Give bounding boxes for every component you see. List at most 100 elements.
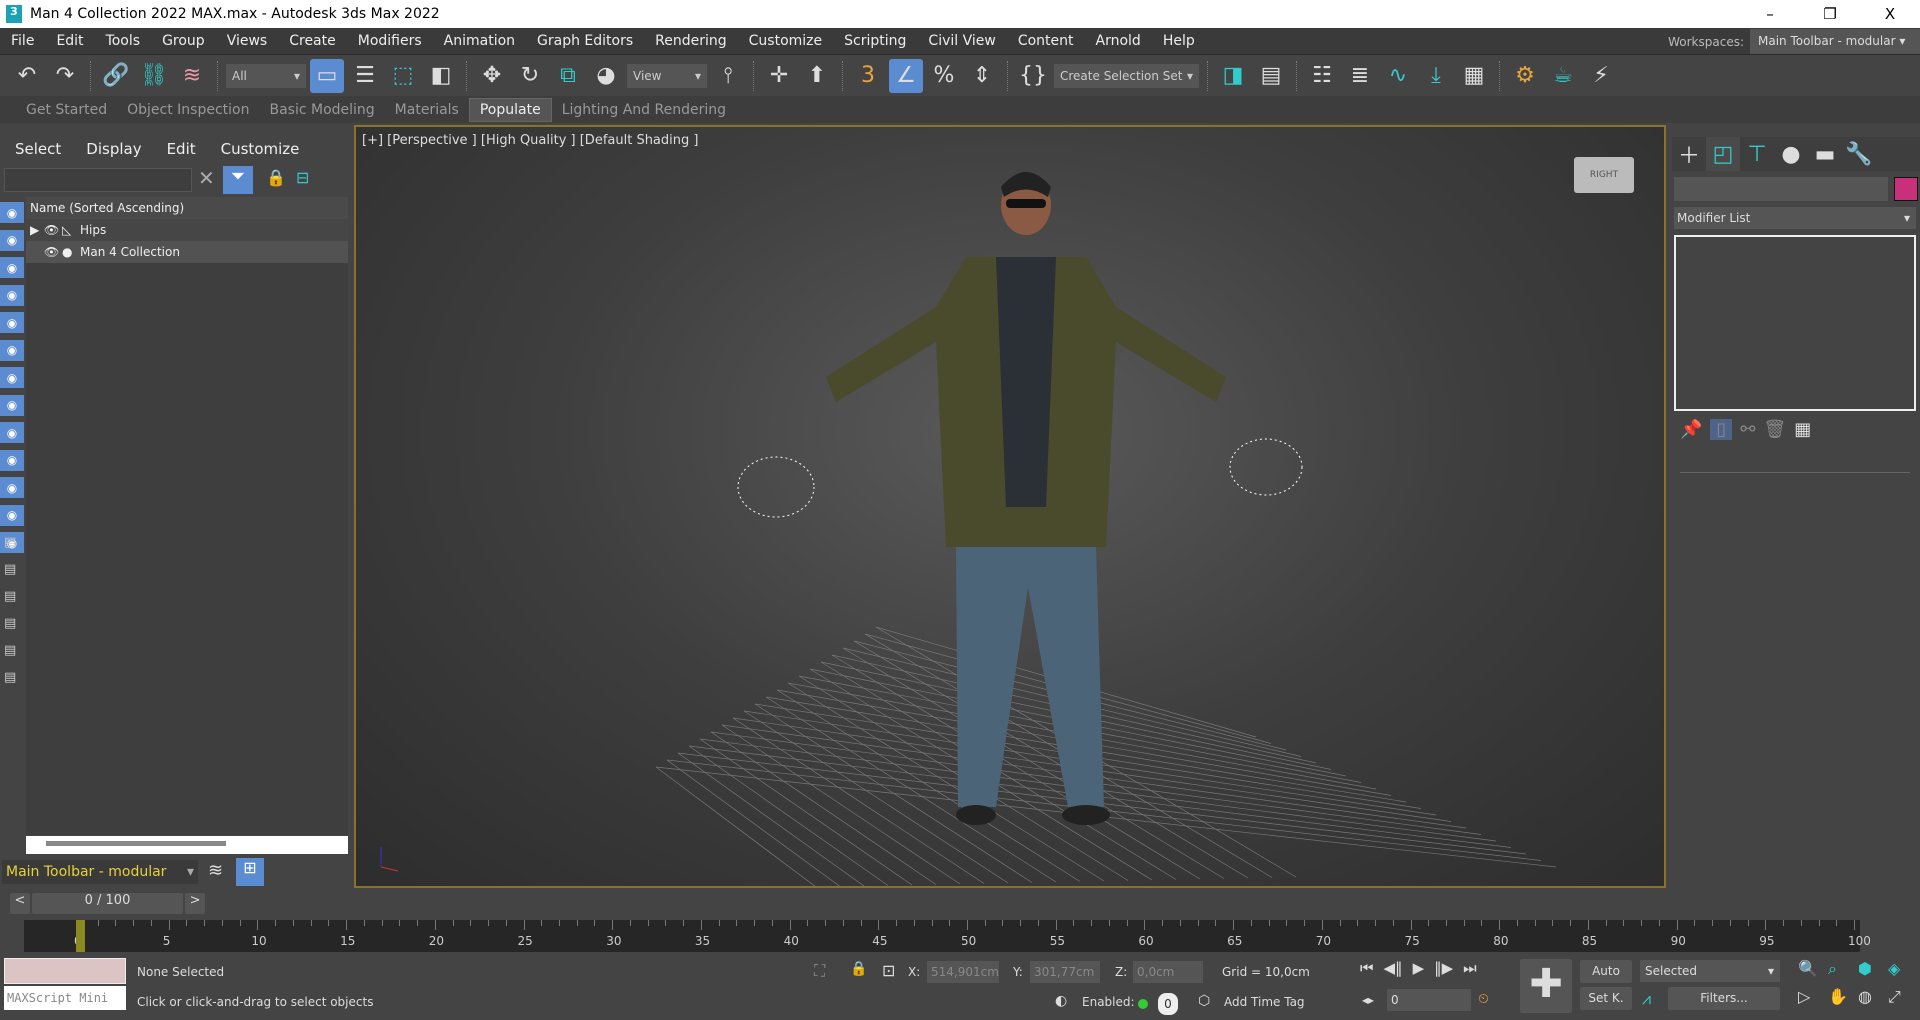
next-key-icon[interactable]: ‖▶ [1434, 959, 1453, 977]
align-icon[interactable]: ▤ [1254, 59, 1288, 93]
zoom-extents-all-icon[interactable]: ◈ [1888, 959, 1918, 979]
object-name-input[interactable] [1674, 177, 1888, 201]
unlink-icon[interactable]: ⛓ [137, 59, 171, 93]
zoom-extents-icon[interactable]: ⬢ [1858, 959, 1888, 979]
hierarchy-icon[interactable]: ⊟ [296, 168, 309, 187]
play-icon[interactable]: ▶ [1413, 959, 1425, 977]
absolute-mode-icon[interactable]: ⊡ [882, 961, 895, 980]
visibility-eye-icon[interactable]: 👁 [44, 223, 62, 237]
add-time-tag-button[interactable]: Add Time Tag [1224, 995, 1305, 1009]
restore-button[interactable]: ❐ [1800, 0, 1860, 28]
workspaces-dropdown[interactable]: Main Toolbar - modular ▾ [1750, 29, 1920, 54]
ribbon-tab-populate[interactable]: Populate [468, 97, 552, 122]
hierarchy-tab-icon[interactable]: ⊤ [1740, 137, 1774, 171]
menu-file[interactable]: File [0, 33, 45, 49]
display-shapes-icon[interactable]: ◉ [0, 229, 24, 252]
show-end-result-icon[interactable]: ▯ [1710, 419, 1733, 440]
clear-search-icon[interactable]: ✕ [198, 166, 215, 190]
pan-icon[interactable]: ✋ [1828, 987, 1858, 1007]
named-selection-set-dropdown[interactable]: Create Selection Set ▾ [1054, 63, 1199, 88]
display-all-icon[interactable]: ▤ [4, 535, 16, 550]
go-to-end-icon[interactable]: ⏭ [1463, 959, 1477, 977]
display-geometry-icon[interactable]: ◉ [0, 202, 24, 224]
horizontal-scrollbar[interactable] [26, 836, 348, 854]
expand-arrow-icon[interactable]: ▶ [30, 223, 44, 237]
z-coordinate-field[interactable]: 0,0cm [1133, 961, 1203, 983]
viewcube[interactable]: RIGHT [1574, 157, 1634, 193]
zoom-all-icon[interactable]: ⌕ [1828, 959, 1858, 979]
filter-selection-icon[interactable]: ▤ [4, 616, 16, 631]
modifier-list-dropdown[interactable]: Modifier List ▾ [1674, 207, 1916, 229]
tab-customize[interactable]: Customize [206, 140, 310, 158]
remove-modifier-icon[interactable]: 🗑 [1763, 419, 1786, 440]
invert-display-icon[interactable]: ▤ [4, 589, 16, 604]
create-tab-icon[interactable]: ＋ [1672, 137, 1706, 171]
pin-stack-icon[interactable]: 📌 [1680, 419, 1702, 440]
select-by-name-icon[interactable]: ☰ [348, 59, 382, 93]
enabled-indicator[interactable] [1138, 999, 1148, 1009]
bind-space-warp-icon[interactable]: ≋ [175, 59, 209, 93]
menu-civil-view[interactable]: Civil View [917, 33, 1006, 49]
filter-icon[interactable]: ⏷ [223, 166, 253, 194]
menu-create[interactable]: Create [278, 33, 347, 49]
time-configuration-icon[interactable]: ⏲ [1478, 991, 1489, 1007]
scene-search-input[interactable] [4, 168, 192, 192]
spinner-snap-icon[interactable]: ⇕ [965, 59, 999, 93]
menu-content[interactable]: Content [1007, 33, 1085, 49]
keyboard-shortcut-override-icon[interactable]: ⬆ [800, 59, 834, 93]
maxscript-mini-input[interactable]: MAXScript Mini [4, 986, 126, 1010]
key-mode-toggle-icon[interactable]: ◂▸ [1362, 993, 1374, 1007]
set-key-button[interactable]: Set K. [1580, 987, 1632, 1010]
current-time-marker[interactable] [76, 920, 85, 952]
modify-tab-icon[interactable]: ◰ [1706, 137, 1740, 171]
menu-customize[interactable]: Customize [738, 33, 834, 49]
ribbon-tab-object-inspection[interactable]: Object Inspection [117, 99, 259, 121]
column-header[interactable]: Name (Sorted Ascending) [26, 197, 348, 219]
default-tangents-icon[interactable]: ⩘ [1642, 989, 1651, 1009]
rendered-frame-window-icon[interactable]: ☕ [1546, 59, 1580, 93]
layer-dropdown[interactable]: Main Toolbar - modular ▾ [2, 860, 198, 884]
display-groups-icon[interactable]: ◉ [0, 367, 24, 389]
motion-tab-icon[interactable]: ● [1774, 137, 1808, 171]
menu-views[interactable]: Views [216, 33, 279, 49]
next-frame-button[interactable]: > [185, 893, 205, 914]
display-containers-icon[interactable]: ◉ [0, 449, 24, 472]
menu-scripting[interactable]: Scripting [833, 33, 917, 49]
display-bones-icon[interactable]: ◉ [0, 422, 24, 444]
object-color-swatch[interactable] [1894, 177, 1918, 201]
menu-help[interactable]: Help [1152, 33, 1206, 49]
render-setup-icon[interactable]: ⚙ [1508, 59, 1542, 93]
material-editor-icon[interactable]: ▦ [1457, 59, 1491, 93]
ribbon-tab-materials[interactable]: Materials [385, 99, 469, 121]
orbit-icon[interactable]: ◍ [1858, 987, 1888, 1007]
maxscript-listener-output[interactable] [4, 958, 126, 984]
angle-snap-icon[interactable]: ∠ [889, 58, 923, 93]
undo-icon[interactable]: ↶ [10, 59, 44, 93]
display-none-icon[interactable]: ▤ [4, 562, 16, 577]
close-button[interactable]: X [1860, 0, 1920, 28]
maximize-viewport-icon[interactable]: ⤢ [1888, 987, 1918, 1007]
link-icon[interactable]: 🔗 [99, 59, 133, 93]
redo-icon[interactable]: ↷ [48, 59, 82, 93]
isolate-selection-icon[interactable]: ⛶ [814, 961, 825, 981]
x-coordinate-field[interactable]: 514,901cm [927, 961, 999, 983]
time-slider[interactable]: < 0 / 100 > [10, 893, 205, 914]
rotate-icon[interactable]: ↻ [513, 59, 547, 93]
y-coordinate-field[interactable]: 301,77cm [1030, 961, 1100, 983]
ribbon-tab-get-started[interactable]: Get Started [16, 99, 117, 121]
hierarchy-mode-icon[interactable]: ⊞ [236, 858, 264, 886]
tab-edit[interactable]: Edit [152, 140, 206, 158]
schematic-view-icon[interactable]: ⤓ [1419, 59, 1453, 93]
filter-icon[interactable]: ▤ [4, 643, 16, 658]
menu-arnold[interactable]: Arnold [1085, 33, 1152, 49]
selection-set-icon[interactable]: ▤ [4, 670, 16, 685]
percent-snap-icon[interactable]: % [927, 59, 961, 93]
pivot-center-icon[interactable]: ⫯ [711, 59, 745, 93]
select-object-icon[interactable]: ▭ [310, 58, 344, 93]
tree-row-hips[interactable]: ▶ 👁 ◺ Hips [26, 219, 348, 241]
adaptive-degradation-icon[interactable]: ◐ [1055, 993, 1067, 1009]
ribbon-tab-lighting-and-rendering[interactable]: Lighting And Rendering [552, 99, 736, 121]
tab-display[interactable]: Display [71, 140, 151, 158]
menu-animation[interactable]: Animation [433, 33, 526, 49]
reference-coordinate-dropdown[interactable]: View ▾ [627, 63, 707, 88]
